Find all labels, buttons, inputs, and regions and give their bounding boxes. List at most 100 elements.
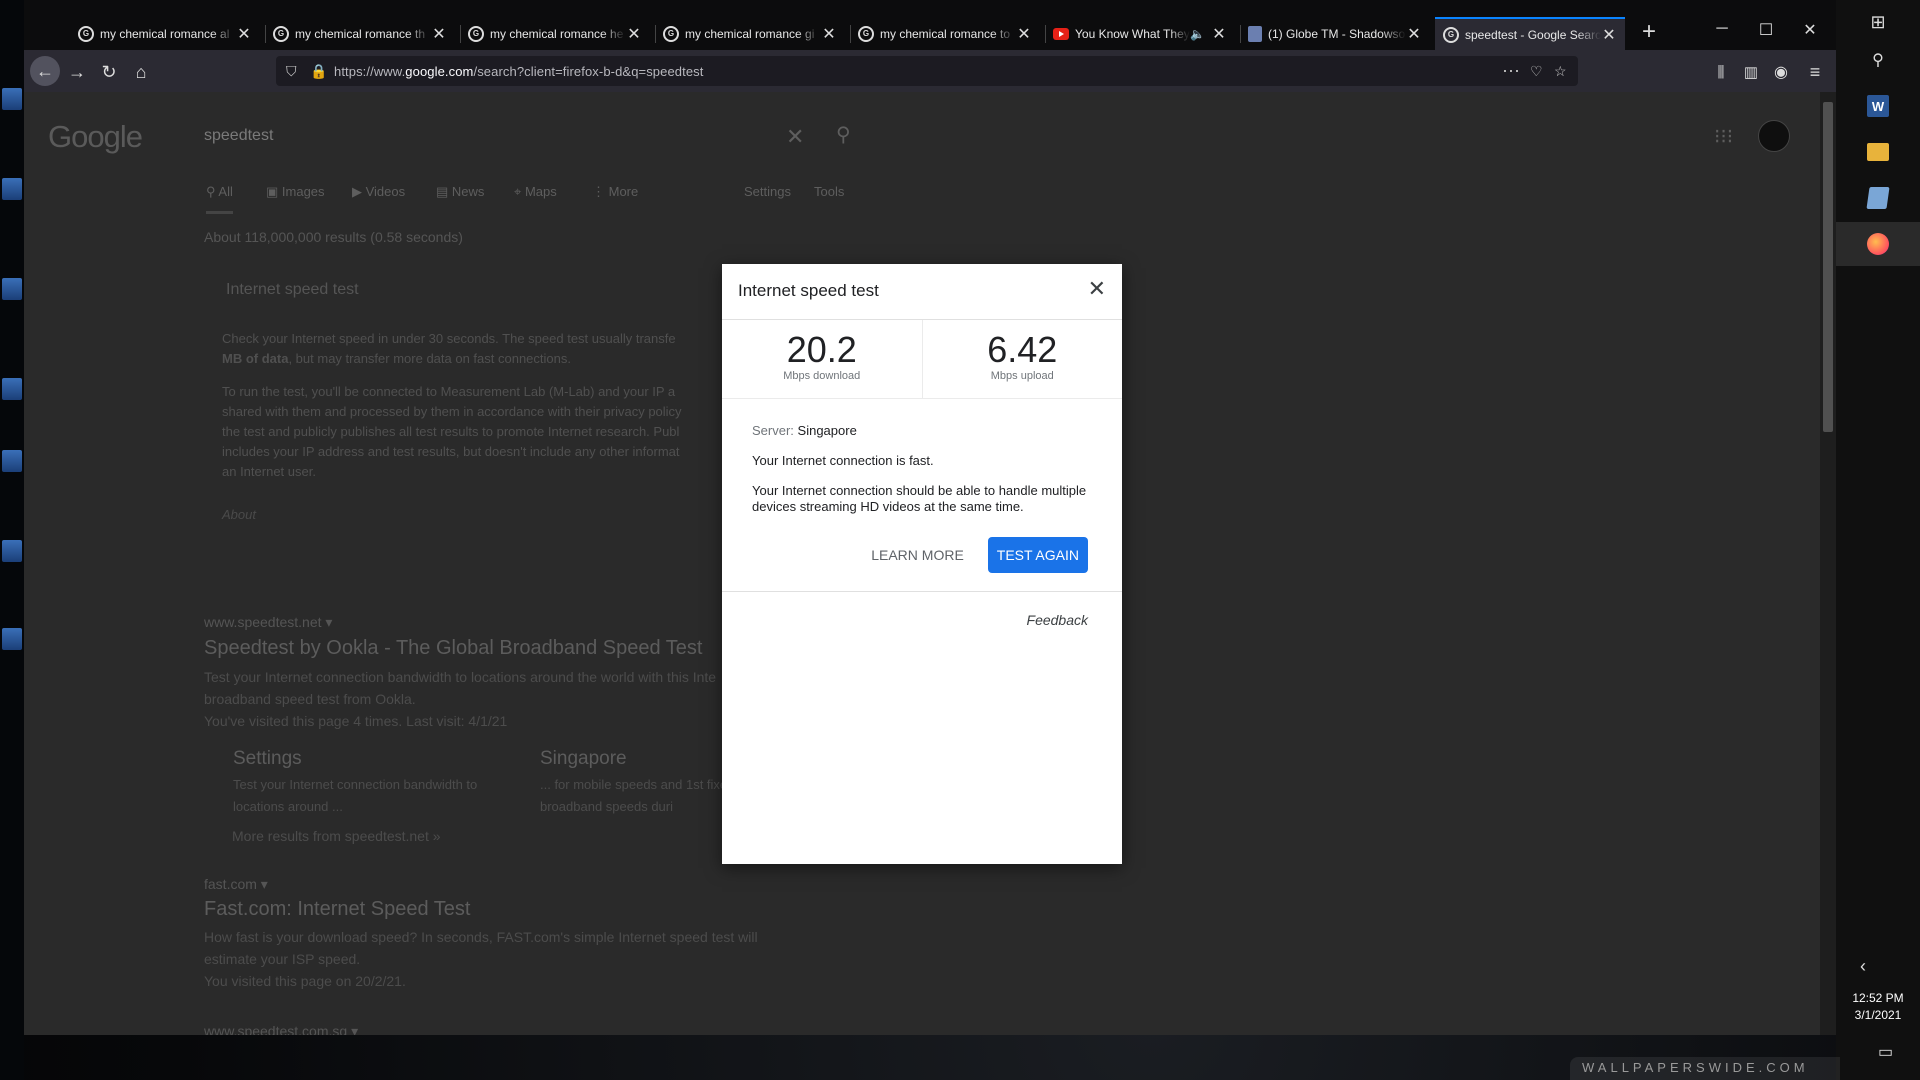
shield-icon[interactable]: ⛉ [286, 63, 297, 80]
desktop-icon[interactable] [2, 540, 22, 562]
sitelink-title[interactable]: Singapore [540, 748, 627, 770]
tab-label: Maps [524, 184, 557, 199]
google-logo[interactable]: Google [48, 119, 143, 155]
browser-tab[interactable]: Gmy chemical romance he ✕ [460, 17, 650, 50]
feedback-link[interactable]: Feedback [722, 591, 1122, 628]
learn-more-button[interactable]: LEARN MORE [871, 547, 964, 563]
sidebar-icon[interactable]: ▥ [1738, 59, 1764, 85]
browser-tab[interactable]: Gmy chemical romance to ✕ [850, 17, 1040, 50]
desktop-icon[interactable] [2, 628, 22, 650]
word-taskbar-item[interactable]: W [1836, 84, 1920, 128]
search-button[interactable]: ⚲ [1836, 38, 1920, 82]
reload-icon: ↻ [101, 61, 117, 82]
tab-all[interactable]: ⚲ All [206, 184, 233, 214]
notification-icon[interactable]: ▭ [1878, 1042, 1893, 1062]
more-results-link[interactable]: More results from speedtest.net » [232, 828, 441, 844]
video-icon: ▶ [352, 184, 366, 199]
pocket-icon[interactable]: ♡ [1530, 63, 1543, 80]
snippet-line: You visited this page on 20/2/21. [204, 973, 406, 989]
lock-icon[interactable]: 🔒 [310, 63, 327, 80]
library-icon[interactable]: ⫼ [1708, 59, 1734, 85]
browser-tab[interactable]: Gmy chemical romance th ✕ [265, 17, 455, 50]
browser-tab[interactable]: (1) Globe TM - Shadowso ✕ [1240, 17, 1430, 50]
upload-label: Mbps upload [990, 370, 1054, 382]
close-icon[interactable]: ✕ [1406, 24, 1422, 44]
close-icon[interactable]: ✕ [1601, 25, 1617, 45]
sitelink-title[interactable]: Settings [233, 748, 302, 770]
tab-more[interactable]: ⋮ More [592, 184, 638, 200]
new-tab-button[interactable]: + [1634, 18, 1664, 46]
browser-tab[interactable]: Gmy chemical romance gi ✕ [655, 17, 845, 50]
server-label: Server: [752, 423, 794, 438]
close-icon[interactable]: ✕ [236, 24, 252, 44]
browser-tab-active[interactable]: Gspeedtest - Google Search ✕ [1435, 17, 1625, 50]
url-text[interactable]: https://www.google.com/search?client=fir… [334, 64, 704, 79]
news-icon: ▤ [436, 184, 452, 199]
tab-videos[interactable]: ▶ Videos [352, 184, 405, 200]
reload-button[interactable]: ↻ [96, 59, 122, 85]
search-icon[interactable]: ⚲ [836, 122, 851, 147]
url-domain: google.com [405, 64, 474, 79]
tab-news[interactable]: ▤ News [436, 184, 484, 200]
card-text: , but may transfer more data on fast con… [288, 351, 571, 366]
result-url[interactable]: fast.com ▾ [204, 876, 268, 893]
tab-title: You Know What They [1075, 26, 1190, 41]
tab-title: my chemical romance he [490, 26, 624, 41]
clock[interactable]: 12:52 PM 3/1/2021 [1836, 990, 1920, 1024]
download-label: Mbps download [783, 370, 861, 382]
result-url[interactable]: www.speedtest.com.sg ▾ [204, 1023, 358, 1035]
apps-icon[interactable]: ⁝⁝⁝ [1714, 124, 1733, 149]
close-icon[interactable]: ✕ [431, 24, 447, 44]
firefox-icon [1867, 233, 1889, 255]
back-button[interactable]: ← [30, 56, 60, 86]
desktop-icon[interactable] [2, 88, 22, 110]
browser-tab[interactable]: You Know What They 🔈 ✕ [1045, 17, 1235, 50]
browser-tab[interactable]: Gmy chemical romance al ✕ [70, 17, 260, 50]
more-icon[interactable]: ··· [1502, 60, 1520, 81]
search-input[interactable]: speedtest [204, 127, 273, 145]
desktop-icon[interactable] [2, 278, 22, 300]
desktop-icon[interactable] [2, 450, 22, 472]
scrollbar-thumb[interactable] [1823, 102, 1833, 432]
clear-icon[interactable]: ✕ [786, 124, 804, 150]
tab-bar: Gmy chemical romance al ✕ Gmy chemical ro… [24, 0, 1836, 50]
close-icon[interactable]: ✕ [626, 24, 642, 44]
image-icon: ▣ [266, 184, 282, 199]
dialog-body: Server: Singapore Your Internet connecti… [722, 399, 1122, 515]
sitelink-desc: ... for mobile speeds and 1st fixed broa… [540, 777, 735, 814]
search-icon: ⚲ [1872, 52, 1884, 69]
test-again-button[interactable]: TEST AGAIN [987, 537, 1088, 573]
notepad-taskbar-item[interactable] [1836, 176, 1920, 220]
result-title[interactable]: Fast.com: Internet Speed Test [204, 898, 470, 921]
window-close-button[interactable]: ✕ [1790, 20, 1830, 40]
speaker-icon[interactable]: 🔈 [1190, 27, 1205, 41]
address-bar[interactable]: ⛉ 🔒 https://www.google.com/search?client… [276, 56, 1578, 86]
result-title[interactable]: Speedtest by Ookla - The Global Broadban… [204, 637, 702, 660]
star-icon[interactable]: ☆ [1554, 63, 1567, 80]
chevron-left-icon[interactable]: ‹ [1860, 956, 1866, 977]
card-text: Check your Internet speed in under 30 se… [222, 331, 676, 346]
maximize-button[interactable]: ☐ [1746, 20, 1786, 40]
tab-maps[interactable]: ⌖ Maps [514, 184, 557, 200]
avatar[interactable] [1758, 120, 1790, 152]
file-explorer-taskbar-item[interactable] [1836, 130, 1920, 174]
firefox-taskbar-item[interactable] [1836, 222, 1920, 266]
account-icon[interactable]: ◉ [1768, 59, 1794, 85]
forward-button[interactable]: → [64, 59, 90, 85]
home-button[interactable]: ⌂ [128, 59, 154, 85]
desktop-icon[interactable] [2, 178, 22, 200]
close-icon[interactable]: ✕ [1016, 24, 1032, 44]
result-url[interactable]: www.speedtest.net ▾ [204, 614, 332, 631]
tab-tools[interactable]: Tools [814, 184, 844, 199]
minimize-button[interactable]: ─ [1702, 20, 1742, 38]
close-icon[interactable]: ✕ [821, 24, 837, 44]
scrollbar[interactable] [1820, 92, 1836, 1035]
menu-icon[interactable]: ≡ [1802, 59, 1828, 85]
desktop-icon[interactable] [2, 378, 22, 400]
about-link[interactable]: About [222, 507, 256, 522]
close-icon[interactable]: ✕ [1211, 24, 1227, 44]
close-icon[interactable]: ✕ [1088, 276, 1106, 302]
tab-title: my chemical romance to [880, 26, 1011, 41]
tab-images[interactable]: ▣ Images [266, 184, 325, 200]
tab-settings[interactable]: Settings [744, 184, 791, 199]
